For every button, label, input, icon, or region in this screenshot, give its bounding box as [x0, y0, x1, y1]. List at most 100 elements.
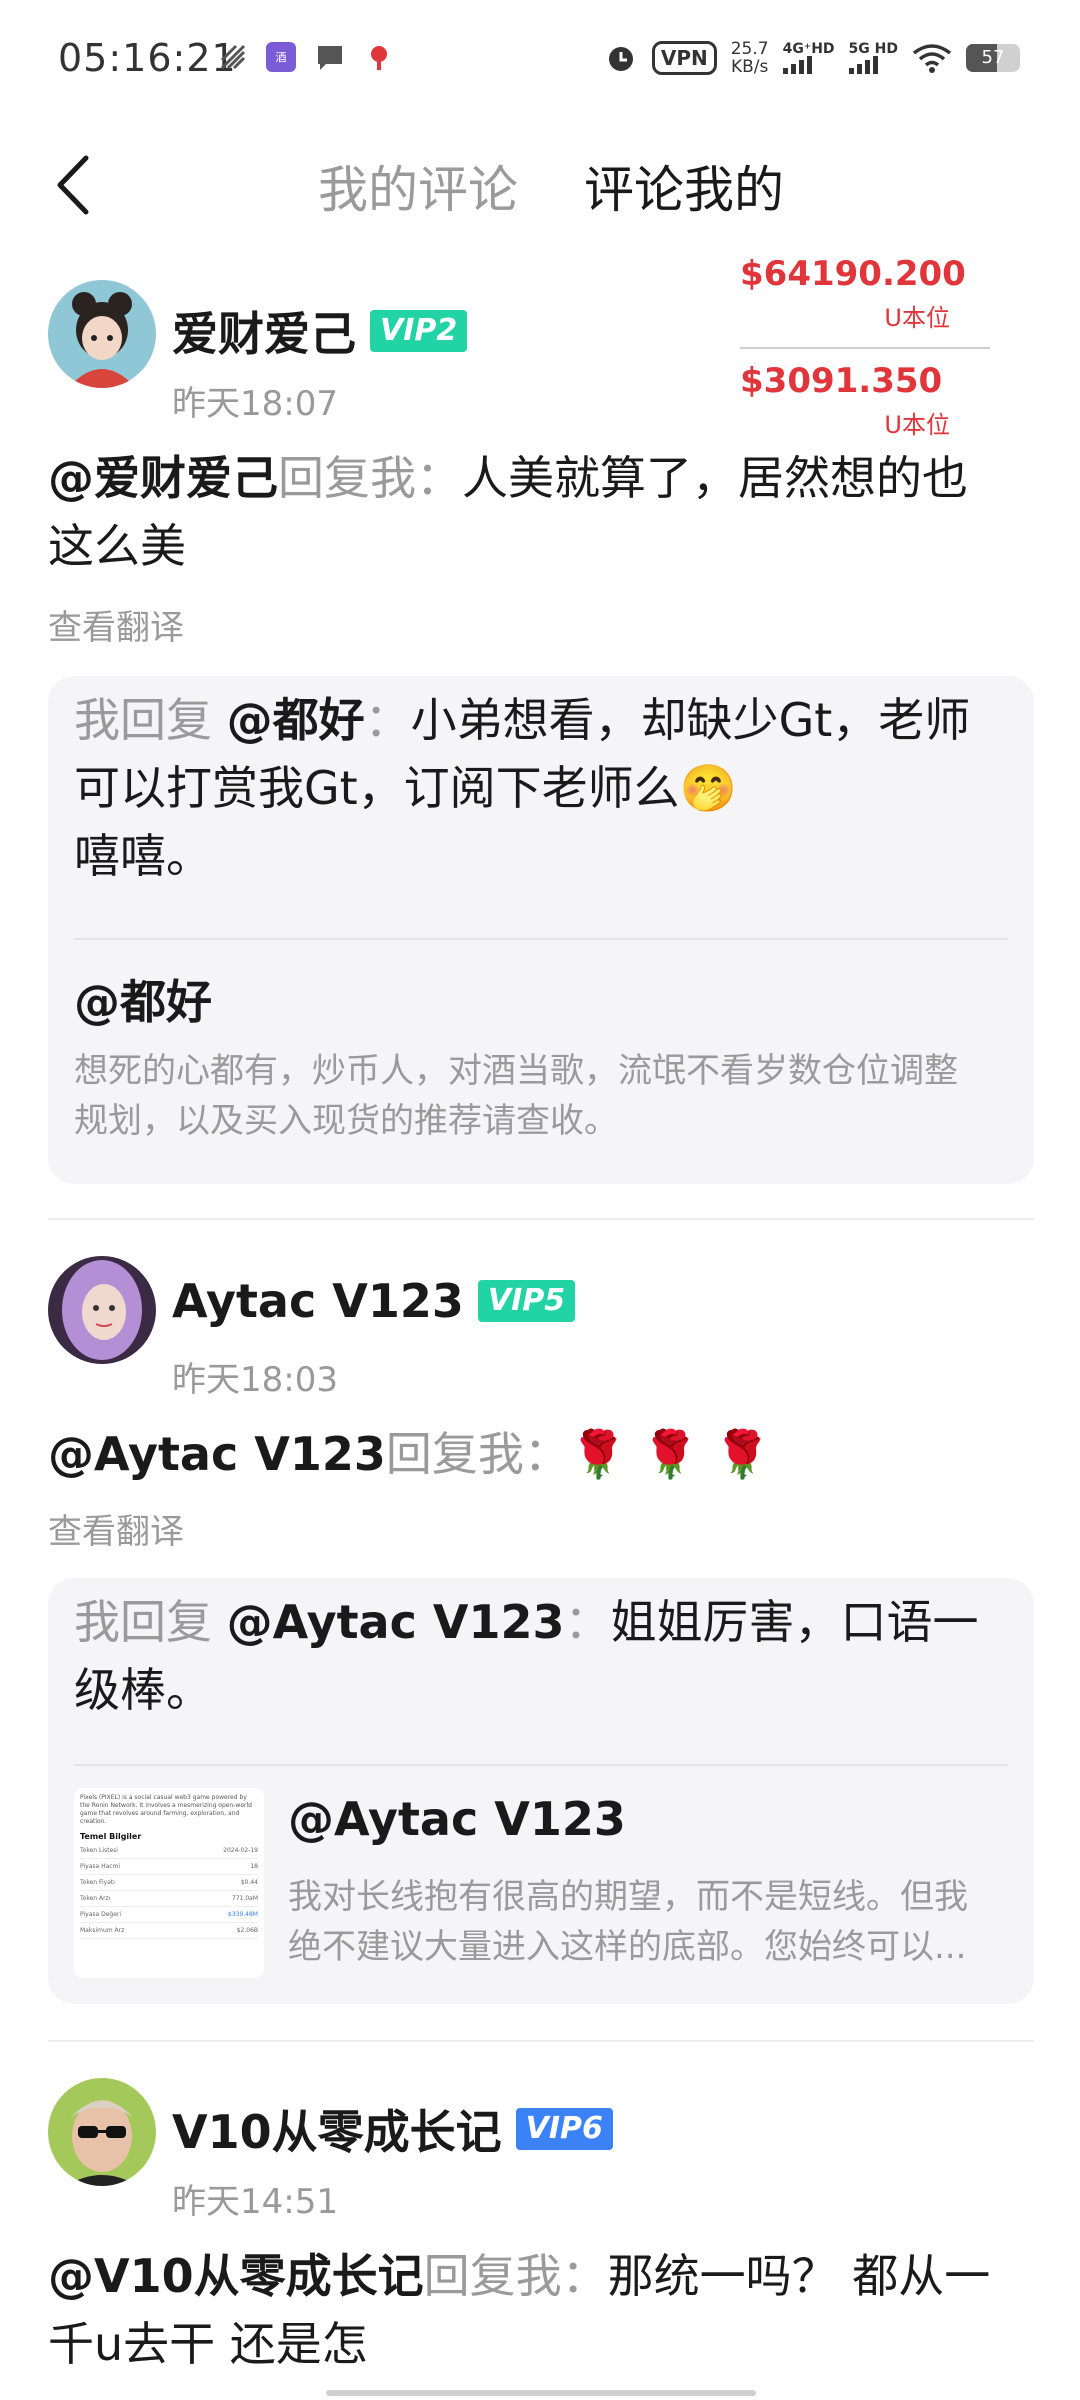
thumb-row-key: Token Listesi [80, 1847, 118, 1854]
thumb-row: Maksimum Arz $2.06B [80, 1923, 258, 1939]
avatar[interactable] [48, 1256, 156, 1364]
reply-text-line: 小弟想看，却缺少Gt，老师 [410, 693, 971, 747]
username[interactable]: V10从零成长记 VIP6 [172, 2096, 613, 2162]
thumb-row-key: Piyasa Değeri [80, 1911, 122, 1918]
mention[interactable]: @V10从零成长记 [48, 2249, 424, 2303]
cell-bars-icon [782, 56, 835, 74]
speed-value: 25.7 [730, 39, 769, 59]
reply-prefix: 我回复 [74, 693, 227, 747]
original-post-text: 想死的心都有，炒币人，对酒当歌，流氓不看岁数仓位调整 规划，以及买入现货的推荐请… [74, 1046, 958, 1146]
comment-time: 昨天14:51 [172, 2182, 338, 2222]
comment-time: 昨天18:07 [172, 384, 338, 424]
mention[interactable]: @Aytac V123 [227, 1595, 565, 1649]
thumb-intro: Pixels (PIXEL) is a social casual web3 g… [80, 1794, 252, 1825]
reply-divider [74, 938, 1008, 940]
reply-label: 回复我： [385, 1427, 570, 1481]
thumb-row-value: $339.48M [228, 1911, 258, 1918]
battery-icon: 57 [966, 44, 1020, 72]
reply-text-line: 嘻嘻。 [74, 829, 212, 883]
comment-text-line: 人美就算了，居然想的也 [462, 451, 968, 505]
username[interactable]: 爱财爱己 VIP2 [172, 298, 468, 364]
thumb-row: Token Fiyatı $0.44 [80, 1875, 258, 1891]
tab-comments-on-me[interactable]: 评论我的 [584, 150, 784, 222]
hotel-app-icon: 酒 [266, 42, 296, 72]
thumb-row: Piyasa Değeri $339.48M [80, 1907, 258, 1923]
comment-divider [48, 1218, 1034, 1220]
notification-icons: 酒 [218, 42, 394, 72]
alarm-icon [608, 47, 633, 71]
username-text: 爱财爱己 [172, 307, 356, 361]
reply-box[interactable]: 我回复 @都好：小弟想看，却缺少Gt，老师 可以打赏我Gt，订阅下老师么🤭 嘻嘻… [48, 676, 1034, 1184]
comment-card: V10从零成长记 VIP6 昨天14:51 @V10从零成长记回复我：那统一吗？… [48, 2078, 1034, 2400]
thumb-row-value: $0.44 [240, 1879, 258, 1886]
tab-my-comments[interactable]: 我的评论 [318, 150, 518, 222]
thumb-row: Token Listesi 2024-02-19 [80, 1843, 258, 1859]
my-reply: 我回复 @Aytac V123：姐姐厉害，口语一 级棒。 [74, 1588, 1008, 1724]
username-text: V10从零成长记 [172, 2105, 502, 2159]
original-text-line: 规划，以及买入现货的推荐请查收。 [74, 1101, 618, 1141]
comment-text-line: 这么美 [48, 519, 186, 573]
thumb-row-value: 18 [250, 1863, 258, 1870]
vip-badge: VIP6 [515, 2108, 613, 2150]
reply-label: 回复我： [278, 451, 462, 505]
speed-unit: KB/s [730, 57, 769, 77]
original-post-thumbnail[interactable]: Pixels (PIXEL) is a social casual web3 g… [74, 1788, 264, 1978]
comment-content[interactable]: @Aytac V123回复我：🌹 🌹 🌹 [48, 1420, 771, 1488]
avatar[interactable] [48, 280, 156, 388]
original-post-author[interactable]: @都好 [74, 966, 212, 1032]
reply-prefix: 我回复 [74, 1595, 227, 1649]
comment-content[interactable]: @V10从零成长记回复我：那统一吗？ 都从一 千u去干 还是怎 [48, 2242, 990, 2378]
comment-card: Aytac V123 VIP5 昨天18:03 @Aytac V123回复我：🌹… [48, 1256, 1034, 2016]
comment-card: 爱财爱己 VIP2 昨天18:07 @爱财爱己回复我：人美就算了，居然想的也 这… [48, 280, 1034, 1184]
cell-bars-icon [848, 56, 898, 74]
comment-content[interactable]: @爱财爱己回复我：人美就算了，居然想的也 这么美 [48, 444, 968, 580]
thinking-emoji-icon: 🤭 [679, 761, 737, 815]
message-icon [318, 46, 342, 70]
thumb-row-key: Token Arzı [80, 1895, 111, 1902]
thumb-row-key: Token Fiyatı [80, 1879, 115, 1886]
comment-divider [48, 2040, 1034, 2042]
username[interactable]: Aytac V123 VIP5 [172, 1274, 576, 1328]
net-label-2: 5G HD [848, 41, 898, 57]
header: 我的评论 评论我的 [0, 120, 1080, 250]
thumb-title: Temel Bilgiler [80, 1832, 142, 1841]
reply-colon: ： [564, 1595, 611, 1649]
status-time: 05:16:21 [58, 36, 237, 80]
thumb-row-value: $2.06B [236, 1927, 258, 1934]
username-text: Aytac V123 [172, 1274, 464, 1328]
wifi-icon [912, 44, 952, 73]
map-pin-icon [371, 46, 387, 70]
battery-level: 57 [981, 47, 1005, 68]
vpn-badge: VPN [651, 41, 717, 75]
mention[interactable]: @Aytac V123 [48, 1427, 386, 1481]
thumb-table: Token Listesi 2024-02-19 Piyasa Hacmi 18 Tok… [74, 1843, 264, 1939]
original-text-line: 绝不建议大量进入这样的底部。您始终可以... [288, 1927, 967, 1967]
thumb-row: Piyasa Hacmi 18 [80, 1859, 258, 1875]
rose-emoji-icon: 🌹 🌹 🌹 [569, 1427, 771, 1481]
back-arrow-icon[interactable] [50, 150, 100, 220]
comment-text-line: 那统一吗？ 都从一 [607, 2249, 991, 2303]
home-indicator[interactable] [326, 2390, 756, 2396]
my-reply: 我回复 @都好：小弟想看，却缺少Gt，老师 可以打赏我Gt，订阅下老师么🤭 嘻嘻… [74, 686, 1008, 890]
comment-time: 昨天18:03 [172, 1360, 338, 1400]
translate-link[interactable]: 查看翻译 [48, 1504, 184, 1553]
mention[interactable]: @都好 [227, 693, 365, 747]
reply-label: 回复我： [423, 2249, 608, 2303]
translate-link[interactable]: 查看翻译 [48, 600, 184, 649]
cell-5g: 5G HD [848, 41, 898, 74]
thumb-row: Token Arzı 771.0aM [80, 1891, 258, 1907]
original-post-author[interactable]: @Aytac V123 [288, 1792, 626, 1846]
original-post-text: 我对长线抱有很高的期望，而不是短线。但我 绝不建议大量进入这样的底部。您始终可以… [288, 1872, 968, 1972]
thumb-row-value: 771.0aM [231, 1895, 258, 1902]
net-label-1: 4G⁺HD [782, 41, 835, 57]
reply-colon: ： [364, 693, 411, 747]
vip-badge: VIP5 [477, 1280, 576, 1322]
thumb-row-key: Maksimum Arz [80, 1927, 125, 1934]
comment-text-line: 千u去干 还是怎 [48, 2317, 368, 2371]
mention[interactable]: @爱财爱己 [48, 451, 278, 505]
reply-box[interactable]: 我回复 @Aytac V123：姐姐厉害，口语一 级棒。 Pixels (PIX… [48, 1578, 1034, 2004]
cell-4g: 4G⁺HD [782, 41, 835, 74]
avatar[interactable] [48, 2078, 156, 2186]
reply-text-line: 姐姐厉害，口语一 [610, 1595, 979, 1649]
status-bar: 05:16:21 酒 VPN 25.7 KB/s 4G⁺HD 5G HD 57 [0, 0, 1080, 120]
